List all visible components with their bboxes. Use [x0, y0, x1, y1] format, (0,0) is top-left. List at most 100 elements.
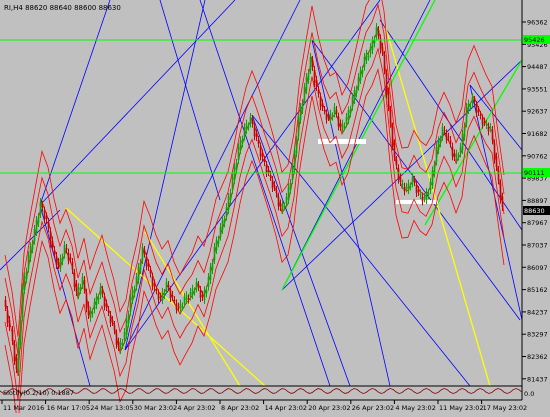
candle-body [189, 292, 192, 297]
candle-body [303, 87, 306, 100]
candle-body [69, 257, 72, 259]
candle-body [215, 240, 218, 250]
price-chart[interactable]: 9636295426944879355192637916829076289837… [0, 0, 550, 417]
candle-body [193, 291, 196, 293]
candle-body [79, 288, 82, 290]
candle-body [179, 303, 182, 310]
candle-body [407, 183, 410, 190]
candle-body [177, 306, 180, 308]
candle-body [395, 160, 398, 166]
candle-body [169, 290, 172, 298]
candle-body [113, 325, 116, 331]
candle-body [185, 295, 188, 300]
candle-body [17, 341, 20, 372]
candle-body [417, 190, 420, 192]
candle-body [43, 210, 46, 220]
candle-body [287, 187, 290, 200]
time-tick-label: 14 Apr 23:02 [265, 404, 307, 412]
candle-body [227, 197, 230, 210]
candle-body [295, 139, 298, 154]
candle-body [309, 57, 312, 70]
candle-body [147, 263, 150, 267]
candle-body [251, 120, 254, 124]
candle-body [109, 315, 112, 323]
candle-body [35, 220, 38, 232]
range-marker [318, 139, 366, 144]
candle-body [141, 247, 144, 260]
candle-body [171, 295, 174, 297]
candle-body [31, 243, 34, 250]
candle-body [103, 296, 106, 307]
candle-body [409, 186, 412, 188]
candle-body [489, 127, 492, 129]
candle-body [107, 310, 110, 312]
candle-body [115, 333, 118, 345]
candle-body [211, 263, 214, 270]
candle-body [289, 183, 292, 190]
candle-body [13, 344, 16, 361]
candle-body [397, 168, 400, 180]
price-tick-label: 81437 [527, 375, 548, 383]
price-tick-label: 90762 [527, 152, 548, 160]
time-tick-label: 17 May 23:02 [483, 404, 528, 412]
candle-body [413, 180, 416, 182]
candle-body [357, 77, 360, 87]
candle-body [453, 153, 456, 157]
candle-body [41, 205, 44, 208]
candle-body [181, 306, 184, 308]
candle-body [331, 116, 334, 118]
candle-body [421, 196, 424, 202]
candle-body [51, 240, 54, 247]
candle-body [195, 282, 198, 289]
candle-body [301, 103, 304, 110]
candle-body [459, 147, 462, 154]
candle-body [229, 193, 232, 200]
price-tick-label: 86097 [527, 264, 548, 272]
candle-body [365, 53, 368, 60]
candle-body [347, 110, 350, 120]
candle-body [317, 90, 320, 94]
candle-body [205, 289, 208, 294]
candle-body [199, 290, 202, 298]
candle-body [173, 300, 176, 301]
candle-body [405, 187, 408, 189]
candle-body [359, 70, 362, 80]
candle-body [381, 46, 384, 52]
candle-body [463, 126, 466, 137]
candle-body [105, 303, 108, 307]
candle-body [47, 222, 50, 229]
candle-body [163, 293, 166, 295]
candle-body [225, 207, 228, 217]
candle-body [377, 30, 380, 36]
candle-body [219, 227, 222, 237]
candle-body [383, 55, 386, 71]
candle-body [117, 341, 120, 347]
candle-body [175, 303, 178, 310]
price-tick-label: 84237 [527, 308, 548, 316]
candle-body [435, 147, 438, 162]
candle-body [209, 267, 212, 280]
chart-window[interactable]: 96362 95426 94487 93551 92637 91682 90762 89837… [0, 0, 550, 417]
candle-body [479, 115, 482, 116]
candle-body [129, 297, 132, 312]
candle-body [387, 91, 390, 107]
candle-body [95, 297, 98, 305]
candle-body [99, 287, 102, 295]
time-tick-label: 11 Mar 2016 [3, 404, 44, 412]
candle-body [235, 163, 238, 170]
candle-body [433, 164, 436, 174]
candle-body [155, 290, 158, 291]
candle-body [335, 110, 338, 114]
candle-body [65, 248, 68, 250]
candle-body [91, 312, 94, 314]
candle-body [27, 255, 30, 269]
candle-body [157, 293, 160, 300]
candle-body [11, 330, 14, 341]
candle-body [243, 127, 246, 137]
candle-body [265, 165, 268, 173]
candle-body [151, 276, 154, 287]
time-tick-label: 26 Apr 23:02 [352, 404, 394, 412]
candle-body [425, 192, 428, 200]
candle-body [277, 196, 280, 207]
candle-body [443, 130, 446, 131]
